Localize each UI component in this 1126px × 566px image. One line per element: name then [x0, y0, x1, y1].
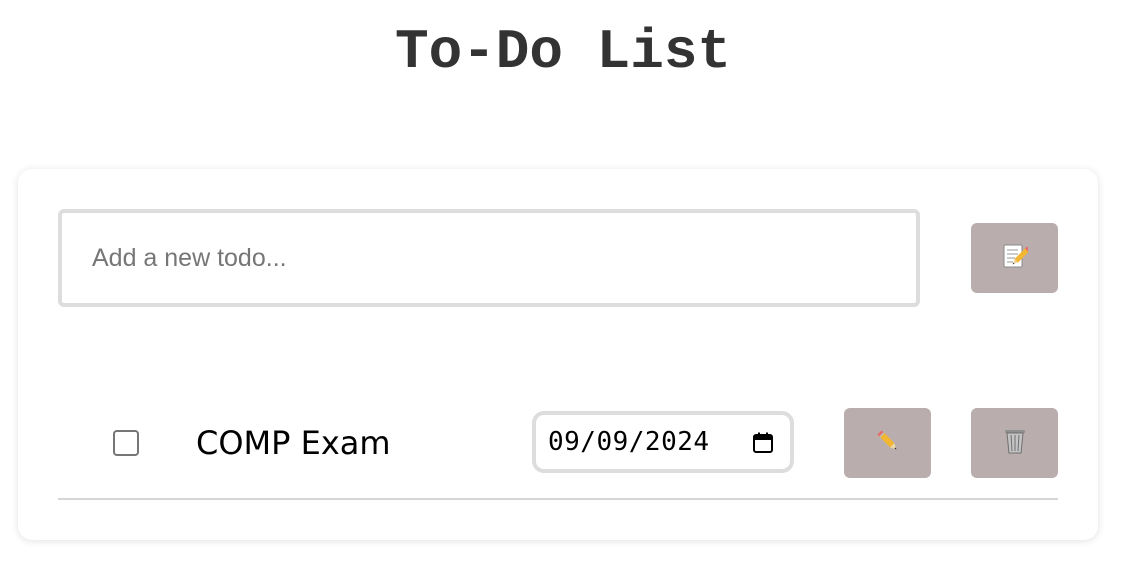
delete-todo-button[interactable]	[971, 408, 1058, 478]
calendar-icon[interactable]	[752, 432, 774, 454]
todo-checkbox[interactable]	[113, 430, 139, 456]
new-todo-input[interactable]	[58, 209, 920, 307]
pencil-icon	[874, 427, 902, 460]
add-todo-button[interactable]	[971, 223, 1058, 293]
todo-divider	[58, 498, 1058, 500]
due-date-input[interactable]: 09/09/2024	[532, 411, 794, 473]
due-date-value: 09/09/2024	[548, 427, 710, 457]
todo-card: COMP Exam 09/09/2024	[18, 169, 1098, 540]
todo-text: COMP Exam	[196, 424, 391, 462]
trash-can-icon	[1002, 427, 1028, 460]
edit-todo-button[interactable]	[844, 408, 931, 478]
memo-pencil-icon	[1002, 243, 1031, 274]
page-title: To-Do List	[394, 20, 732, 84]
